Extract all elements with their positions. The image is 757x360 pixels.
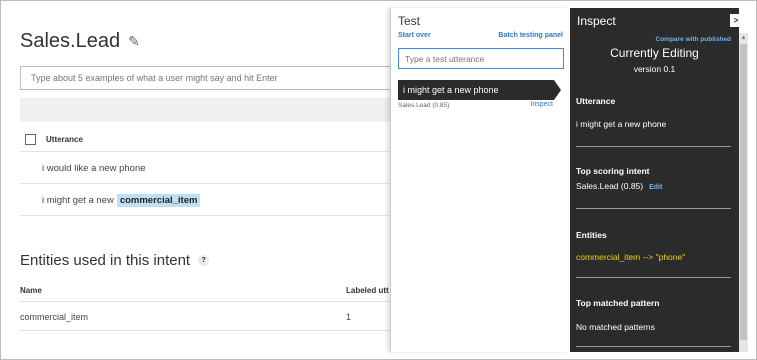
utterance-column-header: Utterance — [46, 135, 83, 144]
inspect-link[interactable]: Inspect — [530, 101, 553, 108]
name-column-header: Name — [20, 286, 42, 295]
table-row[interactable]: commercial_item 1 — [20, 303, 390, 331]
currently-editing-label: Currently Editing — [610, 46, 699, 60]
entity-value: commercial_item --> "phone" — [576, 252, 686, 262]
test-utterance-bubble: i might get a new phone — [398, 80, 554, 100]
table-row[interactable]: i would like a new phone — [20, 154, 390, 184]
bubble-arrow — [554, 80, 561, 100]
utterance-table-header: Utterance — [20, 128, 390, 152]
entity-name: commercial_item — [20, 312, 89, 322]
entities-section-title: Entities used in this intent ? — [20, 252, 210, 269]
entities-table-header: Name Labeled utt — [20, 280, 390, 302]
select-all-checkbox[interactable] — [25, 134, 36, 145]
divider — [576, 346, 731, 347]
test-result: Sales.Lead (0.85) — [398, 102, 450, 109]
utterance-text: i would like a new phone — [42, 163, 146, 174]
entities-title: Entities used in this intent — [20, 252, 191, 269]
scroll-up-icon[interactable]: ▲ — [739, 33, 748, 43]
intent-title: Sales.Lead ✎ — [20, 30, 140, 53]
divider — [576, 208, 731, 209]
intent-value: Sales.Lead (0.85) — [576, 181, 644, 191]
chevron-right-icon[interactable]: > — [730, 14, 742, 27]
utterance-value: i might get a new phone — [576, 119, 667, 129]
entity-count: 1 — [346, 312, 352, 322]
utterance-input[interactable] — [20, 66, 400, 90]
intent-value-row: Sales.Lead (0.85) Edit — [576, 181, 662, 191]
pattern-heading: Top matched pattern — [576, 298, 660, 308]
compare-published-link[interactable]: Compare with published — [656, 36, 731, 43]
utterance-text: i might get a new — [42, 195, 114, 206]
table-row[interactable]: i might get a new commercial_item — [20, 186, 390, 216]
inspect-title: Inspect — [577, 14, 616, 28]
utterance-heading: Utterance — [576, 96, 616, 106]
version-label: version 0.1 — [633, 64, 676, 74]
toolbar-bar — [20, 98, 390, 122]
test-utterance-input[interactable] — [398, 48, 564, 69]
inspect-panel: Inspect > Compare with published Current… — [570, 8, 742, 352]
help-icon[interactable]: ? — [198, 255, 210, 266]
test-panel: Test Start over Batch testing panel i mi… — [390, 8, 570, 352]
test-panel-title: Test — [398, 14, 421, 28]
divider — [576, 146, 731, 147]
divider — [576, 277, 731, 278]
page-title: Sales.Lead — [20, 30, 121, 52]
scrollbar-thumb[interactable] — [740, 44, 747, 340]
edit-link[interactable]: Edit — [649, 184, 662, 191]
entities-heading: Entities — [576, 230, 607, 240]
batch-testing-link[interactable]: Batch testing panel — [498, 32, 563, 39]
intent-heading: Top scoring intent — [576, 166, 650, 176]
entity-label[interactable]: commercial_item — [116, 194, 201, 207]
pencil-icon[interactable]: ✎ — [128, 33, 140, 50]
labeled-column-header: Labeled utt — [346, 286, 389, 295]
pattern-value: No matched patterns — [576, 322, 655, 332]
start-over-link[interactable]: Start over — [398, 32, 431, 39]
